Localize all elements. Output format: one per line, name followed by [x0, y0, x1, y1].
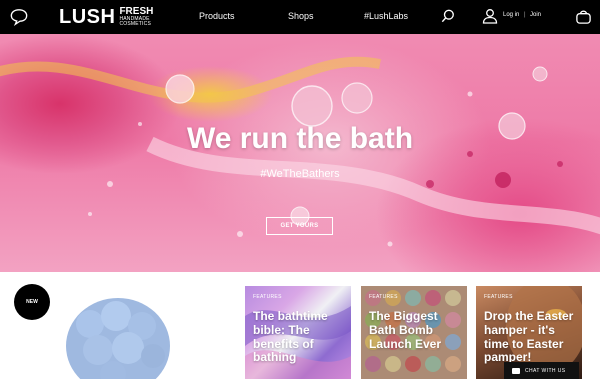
hero-hashtag: #WeTheBathers — [260, 168, 340, 180]
nav-products[interactable]: Products — [199, 11, 235, 21]
chat-with-us-button[interactable]: CHAT WITH US — [504, 362, 579, 379]
logo-wordmark: LUSH — [59, 5, 116, 28]
new-badge: NEW — [14, 284, 50, 320]
card-label: FEATURES — [253, 294, 282, 300]
chat-mini-icon — [512, 367, 520, 374]
card-label: FEATURES — [484, 294, 513, 300]
shopping-bag-icon[interactable] — [575, 8, 592, 25]
user-icon[interactable] — [482, 8, 498, 24]
logo-cosmetics: COSMETICS — [119, 21, 151, 27]
feature-card-biggest-launch[interactable]: FEATURES The Biggest Bath Bomb Launch Ev… — [361, 286, 467, 379]
nav-shops[interactable]: Shops — [288, 11, 314, 21]
search-icon[interactable] — [441, 9, 455, 23]
bath-bomb-product-image[interactable] — [58, 286, 178, 379]
logo-subtext: FRESH HANDMADE COSMETICS — [119, 7, 153, 27]
site-header: LUSH FRESH HANDMADE COSMETICS Products S… — [0, 0, 600, 34]
nav-lushlabs[interactable]: #LushLabs — [364, 11, 408, 21]
feature-card-bathtime-bible[interactable]: FEATURES The bathtime bible: The benefit… — [245, 286, 351, 379]
hero-banner: We run the bath #WeTheBathers GET YOURS — [0, 34, 600, 272]
lush-logo[interactable]: LUSH FRESH HANDMADE COSMETICS — [59, 6, 153, 28]
chat-bubble-icon[interactable] — [10, 8, 28, 26]
get-yours-button[interactable]: GET YOURS — [266, 217, 333, 235]
login-link[interactable]: Log in — [503, 12, 519, 18]
card-title: The Biggest Bath Bomb Launch Ever — [369, 309, 442, 351]
chat-with-us-label: CHAT WITH US — [525, 367, 566, 374]
content-row: NEW FEATURES The bathtime bible: The ben… — [0, 272, 600, 379]
card-label: FEATURES — [369, 294, 398, 300]
hero-title: We run the bath — [186, 122, 414, 155]
account-separator: | — [524, 12, 526, 18]
card-title: Drop the Easter hamper - it's time to Ea… — [484, 309, 574, 365]
join-link[interactable]: Join — [530, 12, 541, 18]
card-title: The bathtime bible: The benefits of bath… — [253, 309, 328, 365]
